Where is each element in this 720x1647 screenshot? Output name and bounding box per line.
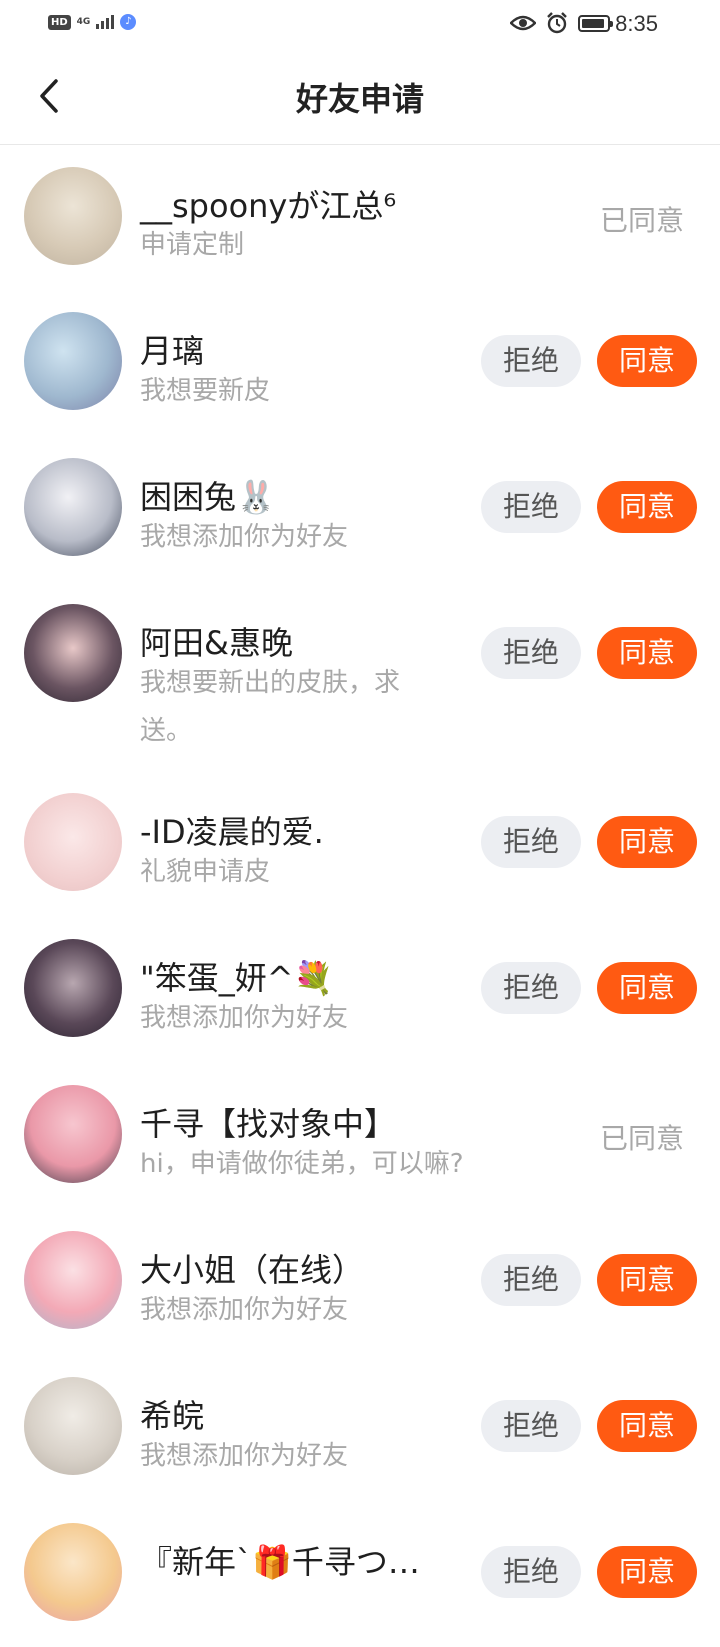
clock: 8:35	[615, 11, 658, 36]
reject-button[interactable]: 拒绝	[481, 481, 581, 533]
reject-button[interactable]: 拒绝	[481, 1400, 581, 1452]
request-message: 我想要新出的皮肤，求送。	[140, 668, 401, 746]
avatar[interactable]	[24, 793, 122, 891]
request-message: 我想添加你为好友	[140, 1295, 349, 1325]
request-message: 申请定制	[140, 230, 245, 260]
request-message: 我想添加你为好友	[140, 1441, 349, 1471]
agreed-label: 已同意	[600, 204, 685, 237]
request-name: -ID凌晨的爱.	[140, 813, 324, 851]
request-name: 阿田&惠晚	[140, 624, 293, 662]
request-row[interactable]: 千寻【找对象中】 hi，申请做你徒弟，可以嘛? 已同意	[0, 1063, 720, 1209]
request-message: 礼貌申请皮	[140, 857, 271, 887]
request-row[interactable]: 月璃 我想要新皮 拒绝 同意	[0, 291, 720, 437]
accept-button[interactable]: 同意	[597, 962, 697, 1014]
avatar[interactable]	[24, 604, 122, 702]
request-message: hi，申请做你徒弟，可以嘛?	[140, 1149, 464, 1179]
accept-button[interactable]: 同意	[597, 627, 697, 679]
accept-button[interactable]: 同意	[597, 335, 697, 387]
avatar[interactable]	[24, 1523, 122, 1621]
request-row[interactable]: -ID凌晨的爱. 礼貌申请皮 拒绝 同意	[0, 771, 720, 917]
request-message: 我想要新皮	[140, 376, 271, 406]
request-message: 我想添加你为好友	[140, 1003, 349, 1033]
signal-icon	[96, 15, 115, 29]
avatar[interactable]	[24, 939, 122, 1037]
request-name: 月璃	[140, 332, 205, 370]
reject-button[interactable]: 拒绝	[481, 962, 581, 1014]
status-bar: HD 4G ♪ 8:35	[0, 0, 720, 48]
request-message: 我想添加你为好友	[140, 522, 349, 552]
reject-button[interactable]: 拒绝	[481, 1546, 581, 1598]
request-row[interactable]: 困困兔🐰 我想添加你为好友 拒绝 同意	[0, 437, 720, 583]
alarm-icon	[547, 12, 567, 34]
request-name: 千寻【找对象中】	[140, 1105, 397, 1143]
request-row[interactable]: 大小姐（在线） 我想添加你为好友 拒绝 同意	[0, 1209, 720, 1355]
page-title: 好友申请	[295, 80, 424, 118]
reject-button[interactable]: 拒绝	[481, 335, 581, 387]
eye-icon	[510, 15, 536, 31]
status-left: HD 4G ♪	[48, 14, 137, 30]
request-name: 大小姐（在线）	[140, 1251, 365, 1289]
request-name: 困困兔🐰	[140, 478, 276, 516]
avatar[interactable]	[24, 1085, 122, 1183]
network-type: 4G	[76, 16, 91, 27]
avatar[interactable]	[24, 1377, 122, 1475]
reject-button[interactable]: 拒绝	[481, 816, 581, 868]
reject-button[interactable]: 拒绝	[481, 1254, 581, 1306]
battery-icon	[578, 14, 613, 32]
avatar[interactable]	[24, 167, 122, 265]
accept-button[interactable]: 同意	[597, 1400, 697, 1452]
music-icon: ♪	[120, 14, 137, 30]
request-row[interactable]: "笨蛋_妍^💐 我想添加你为好友 拒绝 同意	[0, 917, 720, 1063]
hd-icon: HD	[48, 14, 71, 30]
agreed-label: 已同意	[600, 1122, 685, 1155]
request-row[interactable]: 阿田&惠晚 我想要新出的皮肤，求送。 拒绝 同意	[0, 583, 720, 771]
friend-request-list: __spoonyが江总⁶ 申请定制 已同意 月璃 我想要新皮 拒绝 同意 困困兔…	[0, 145, 720, 1647]
request-row[interactable]: 『新年`🎁千寻つ… 拒绝 同意	[0, 1501, 720, 1647]
request-name: 希皖	[140, 1397, 205, 1435]
nav-bar: 好友申请	[0, 48, 720, 145]
request-name: 『新年`🎁千寻つ…	[140, 1543, 420, 1581]
request-row[interactable]: __spoonyが江总⁶ 申请定制 已同意	[0, 145, 720, 291]
accept-button[interactable]: 同意	[597, 816, 697, 868]
reject-button[interactable]: 拒绝	[481, 627, 581, 679]
request-row[interactable]: 希皖 我想添加你为好友 拒绝 同意	[0, 1355, 720, 1501]
status-right	[510, 12, 613, 34]
request-name: "笨蛋_妍^💐	[140, 959, 334, 997]
avatar[interactable]	[24, 1231, 122, 1329]
accept-button[interactable]: 同意	[597, 1254, 697, 1306]
avatar[interactable]	[24, 312, 122, 410]
accept-button[interactable]: 同意	[597, 1546, 697, 1598]
avatar[interactable]	[24, 458, 122, 556]
accept-button[interactable]: 同意	[597, 481, 697, 533]
